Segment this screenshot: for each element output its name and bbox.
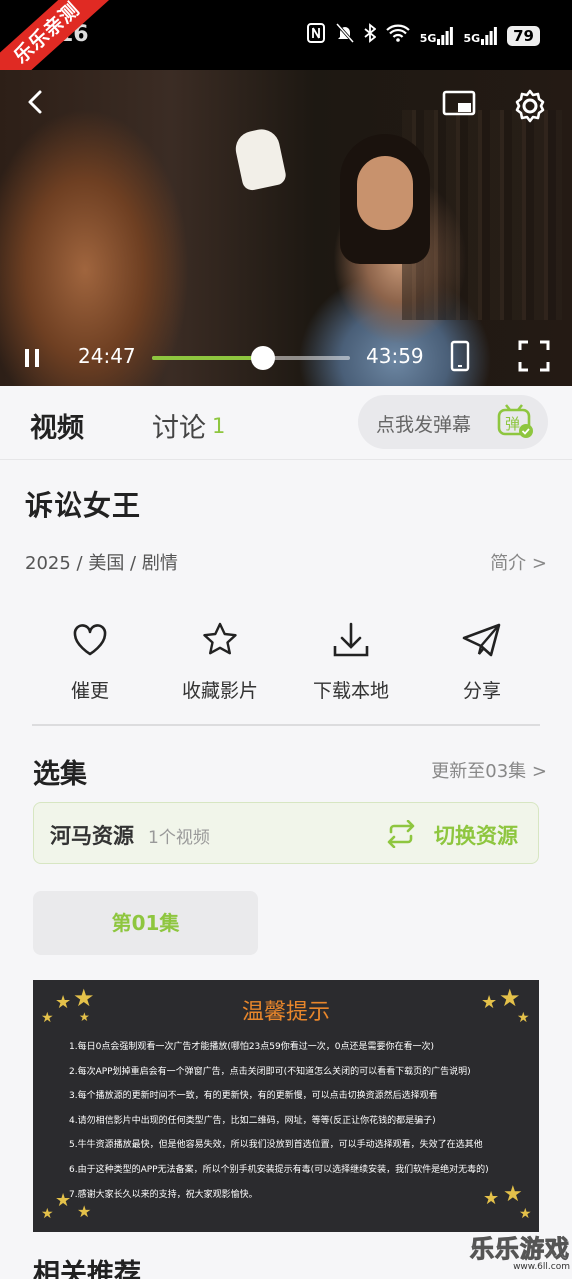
- episodes-update-link[interactable]: 更新至03集 >: [431, 757, 547, 783]
- download-label: 下载本地: [312, 680, 389, 702]
- download-button[interactable]: 下载本地: [286, 620, 416, 703]
- mute-bell-icon: [335, 23, 354, 48]
- related-title: 相关推荐: [33, 1259, 141, 1279]
- battery-indicator: 79: [507, 25, 540, 46]
- source-selector: 河马资源 1个视频 切换资源: [33, 802, 539, 864]
- source-name: 河马资源: [50, 824, 134, 848]
- urge-update-button[interactable]: 催更: [25, 620, 155, 703]
- notice-line: 5.牛牛资源播放最快，但是他容易失效，所以我们没放到首选位置，可以手动选择观看，…: [69, 1140, 483, 1151]
- sparkle-star-icon: ★: [41, 1206, 54, 1222]
- duration-time: 43:59: [366, 344, 424, 368]
- urge-update-label: 催更: [70, 680, 109, 702]
- switch-arrows-icon[interactable]: [386, 819, 416, 852]
- heart-icon: [25, 620, 155, 660]
- actress-face: [357, 156, 413, 230]
- notice-line: 2.每次APP划掉重启会有一个弹窗广告，点击关闭即可(不知道怎么关闭的可以看看下…: [69, 1066, 471, 1077]
- notice-line: 4.请勿相信影片中出现的任何类型广告，比如二维码，网址，等等(反正让你花钱的都是…: [69, 1115, 436, 1126]
- discussion-count: 1: [212, 414, 226, 438]
- notice-line: 1.每日0点会强制观看一次广告才能播放(哪怕23点59你看过一次，0点还是需要你…: [69, 1042, 434, 1052]
- share-icon: [417, 620, 547, 660]
- notice-line: 6.由于这种类型的APP无法备案，所以个别手机安装提示有毒(可以选择继续安装，我…: [69, 1164, 489, 1175]
- cell-signal-1-icon: 5G: [419, 26, 454, 45]
- wifi-icon: [385, 24, 410, 47]
- notice-list: 1.每日0点会强制观看一次广告才能播放(哪怕23点59你看过一次，0点还是需要你…: [69, 1040, 519, 1212]
- cell-signal-2-icon: 5G: [463, 26, 498, 45]
- player-controls: 24:47 43:59: [0, 326, 572, 386]
- pause-button[interactable]: [22, 348, 42, 372]
- tab-discussion[interactable]: 讨论 1: [152, 406, 225, 445]
- show-meta: 2025 / 美国 / 剧情: [25, 553, 178, 574]
- episode-button[interactable]: 第01集: [33, 891, 258, 955]
- progress-fill: [152, 356, 263, 360]
- progress-knob[interactable]: [250, 346, 275, 370]
- star-icon: [155, 620, 285, 660]
- section-divider: [32, 724, 540, 726]
- portrait-mode-button[interactable]: [450, 340, 470, 376]
- source-video-count: 1个视频: [148, 828, 210, 848]
- tab-discussion-label: 讨论: [152, 413, 206, 444]
- switch-source-button[interactable]: 切换资源: [434, 820, 518, 850]
- content-tabs: 视频 讨论 1 点我发弹幕 弹: [0, 386, 572, 460]
- watermark-logo: 乐乐游戏 www.6ll.com: [454, 1229, 571, 1279]
- watermark-brand: 乐乐游戏: [470, 1235, 570, 1264]
- sparkle-star-icon: ★: [519, 1206, 532, 1222]
- nfc-icon: [306, 22, 326, 49]
- current-time: 24:47: [78, 344, 136, 368]
- settings-gear-button[interactable]: [512, 88, 548, 128]
- signal-2-label: 5G: [463, 31, 481, 45]
- danmu-placeholder: 点我发弹幕: [376, 414, 472, 436]
- danmu-icon: 弹: [496, 403, 534, 443]
- episodes-title: 选集: [33, 759, 87, 790]
- show-title: 诉讼女王: [25, 489, 142, 522]
- action-row: 催更 收藏影片 下载本地 分享: [25, 620, 547, 710]
- cast-button[interactable]: [442, 88, 476, 122]
- status-icons: 5G 5G 79: [306, 22, 540, 49]
- signal-1-label: 5G: [419, 31, 437, 45]
- favorite-label: 收藏影片: [181, 680, 258, 702]
- video-player[interactable]: 24:47 43:59: [0, 70, 572, 386]
- notice-line: 3.每个播放源的更新时间不一致，有的更新快，有的更新慢，可以点击切换资源然后选择…: [69, 1091, 438, 1102]
- white-glove: [232, 126, 288, 192]
- danmu-input-button[interactable]: 点我发弹幕 弹: [358, 395, 548, 449]
- notice-line: 7.感谢大家长久以来的支持，祝大家观影愉快。: [69, 1189, 258, 1200]
- progress-slider[interactable]: [152, 346, 350, 370]
- notice-banner[interactable]: ★ ★ ★ ★ ★ ★ ★ ★ ★ ★ ★ ★ ★ 温馨提示 1.每日0点会强制…: [33, 980, 539, 1232]
- tab-video[interactable]: 视频: [30, 406, 84, 445]
- app-page: 16 5G 5G 79 乐乐亲测 24:47 43:59 视频 讨论 1 点我发…: [0, 0, 572, 1279]
- fullscreen-button[interactable]: [518, 340, 550, 376]
- share-button[interactable]: 分享: [417, 620, 547, 703]
- danmu-icon-char: 弹: [505, 415, 520, 433]
- bluetooth-icon: [364, 23, 377, 48]
- intro-link[interactable]: 简介 >: [490, 549, 547, 575]
- notice-title: 温馨提示: [241, 1000, 330, 1025]
- back-button[interactable]: [22, 88, 50, 120]
- share-label: 分享: [462, 680, 501, 702]
- download-icon: [286, 620, 416, 660]
- favorite-button[interactable]: 收藏影片: [155, 620, 285, 703]
